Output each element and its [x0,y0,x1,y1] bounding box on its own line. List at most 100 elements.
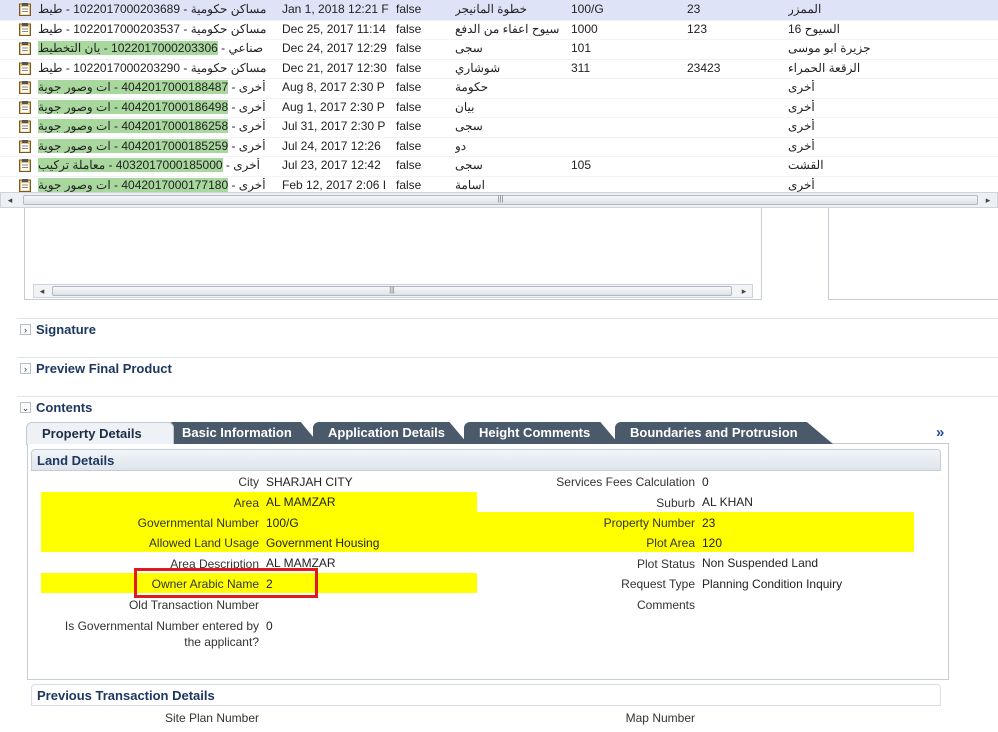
flag-cell: false [396,2,422,16]
request-type-value: Planning Condition Inquiry [702,577,843,591]
annotation-box [134,568,318,598]
tab-application-details[interactable]: Application Details [313,422,468,444]
date-cell: Aug 8, 2017 2:30 P [282,80,385,94]
tab-basic-information[interactable]: Basic Information [167,422,319,444]
application-cell[interactable]: مساكن حكومية - 1022017000203689 - طيط [38,2,276,16]
services-fees-label: Services Fees Calculation [556,475,695,489]
highlight-gov-usage [41,512,477,552]
date-cell: Jul 31, 2017 2:30 P [282,119,386,133]
comments-label: Comments [636,598,695,612]
application-number: 4042017000188487 [121,80,229,94]
clipboard-icon[interactable] [19,81,31,94]
scroll-left-icon[interactable]: ◂ [35,284,49,298]
collapse-icon[interactable]: ⌄ [20,402,31,413]
application-number: 1022017000203537 [73,21,181,36]
application-number: 1022017000203689 [73,2,181,16]
scrollbar-thumb[interactable]: ||| [52,286,732,296]
application-cell[interactable]: أخرى - 4042017000186498 - ات وصور جوية [38,99,276,114]
category-text: أخرى [238,138,266,153]
flag-cell: false [396,158,422,172]
table-row[interactable]: مساكن حكومية - 1022017000203537 - طيط Dec… [0,20,998,40]
table-row[interactable]: صناعي - 1022017000203306 - يان التخطيط De… [0,39,998,60]
table-row[interactable]: أخرى - 4032017000185000 - معاملة تركيب Ju… [0,156,998,177]
flag-cell: false [396,21,422,36]
expand-icon[interactable]: › [20,324,31,335]
table-row[interactable]: مساكن حكومية - 1022017000203290 - طيط Dec… [0,59,998,79]
table-row[interactable]: أخرى - 4042017000186258 - ات وصور جوية Ju… [0,117,998,138]
flag-cell: false [396,99,422,114]
table-horizontal-scrollbar[interactable]: ◂ ||| ▸ [0,192,998,208]
signature-section-header[interactable]: › Signature [17,318,998,341]
clipboard-icon[interactable] [19,120,31,133]
flag-cell: false [396,119,422,133]
clipboard-icon[interactable] [19,159,31,172]
tab-property-details[interactable]: Property Details [26,422,174,445]
tab-boundaries-protrusion[interactable]: Boundaries and Protrusion [615,422,833,444]
clipboard-icon[interactable] [19,100,31,114]
suburb-value: AL KHAN [702,495,753,509]
clipboard-icon[interactable] [19,42,31,55]
property-number-cell: 23423 [687,60,721,75]
governmental-number-value: 100/G [266,516,299,530]
section-title: Preview Final Product [36,361,172,376]
description-cell: سجى [455,41,483,55]
land-details-header: Land Details [31,449,941,471]
application-number: 4042017000185259 [121,138,229,153]
category-text: أخرى [238,177,266,192]
area-cell: القشت [788,158,824,172]
application-number: 4042017000186258 [121,119,229,133]
table-row[interactable]: أخرى - 4042017000177180 - ات وصور جوية Fe… [0,176,998,193]
table-row[interactable]: أخرى - 4042017000186498 - ات وصور جوية Au… [0,98,998,118]
description-cell: سيوح اعفاء من الدفع [455,21,560,36]
request-type-label: Request Type [621,577,695,591]
application-cell[interactable]: أخرى - 4042017000186258 - ات وصور جوية [38,119,276,133]
tab-height-comments[interactable]: Height Comments [464,422,619,444]
application-cell[interactable]: مساكن حكومية - 1022017000203290 - طيط [38,61,276,75]
description-cell: شوشاري [455,60,501,75]
clipboard-icon[interactable] [19,139,31,153]
area-cell: أخرى [788,99,815,114]
clipboard-icon[interactable] [19,22,31,36]
pane-horizontal-scrollbar[interactable]: ◂ ||| ▸ [33,284,753,298]
scroll-left-icon[interactable]: ◂ [3,193,17,207]
category-text: أخرى [238,119,266,133]
application-type: ات وصور جوية [38,99,111,114]
services-fees-value: 0 [702,475,709,489]
application-type: يان التخطيط [38,41,101,55]
table-row[interactable]: أخرى - 4042017000185259 - ات وصور جوية Ju… [0,137,998,157]
old-transaction-number-label: Old Transaction Number [128,598,259,612]
clipboard-icon[interactable] [19,3,31,16]
application-type: ات وصور جوية [38,80,111,94]
application-cell[interactable]: صناعي - 1022017000203306 - يان التخطيط [38,41,276,55]
preview-section-header[interactable]: › Preview Final Product [17,357,998,380]
contents-section-header[interactable]: ⌄ Contents [17,396,998,419]
governmental-number-cell: 105 [571,158,592,172]
table-row[interactable]: أخرى - 4042017000188487 - ات وصور جوية Au… [0,78,998,99]
category-text: مساكن حكومية [190,2,267,16]
application-number: 4042017000186498 [121,99,229,114]
date-cell: Dec 21, 2017 12:30 [282,60,387,75]
application-type: معاملة تركيب [38,158,106,172]
expand-icon[interactable]: › [20,363,31,374]
application-cell[interactable]: أخرى - 4042017000177180 - ات وصور جوية [38,177,276,192]
scroll-right-icon[interactable]: ▸ [981,193,995,207]
scrollbar-thumb[interactable]: ||| [23,195,978,205]
section-title: Contents [36,400,93,415]
application-cell[interactable]: أخرى - 4042017000185259 - ات وصور جوية [38,138,276,153]
application-cell[interactable]: أخرى - 4042017000188487 - ات وصور جوية [38,80,276,94]
property-number-label: Property Number [603,516,695,530]
tabs-overflow-icon[interactable]: » [936,424,944,441]
property-number-value: 23 [702,516,716,530]
application-cell[interactable]: مساكن حكومية - 1022017000203537 - طيط [38,22,276,36]
application-cell[interactable]: أخرى - 4032017000185000 - معاملة تركيب [38,158,276,172]
description-cell: بيان [455,99,475,114]
clipboard-icon[interactable] [19,178,31,192]
scroll-right-icon[interactable]: ▸ [737,284,751,298]
table-row[interactable]: مساكن حكومية - 1022017000203689 - طيط Jan… [0,0,998,21]
plot-area-label: Plot Area [646,536,695,550]
area-cell: أخرى [788,177,815,192]
clipboard-icon[interactable] [19,61,31,75]
is-governmental-value: 0 [266,619,273,633]
flag-cell: false [396,177,422,192]
suburb-label: Suburb [656,496,695,510]
